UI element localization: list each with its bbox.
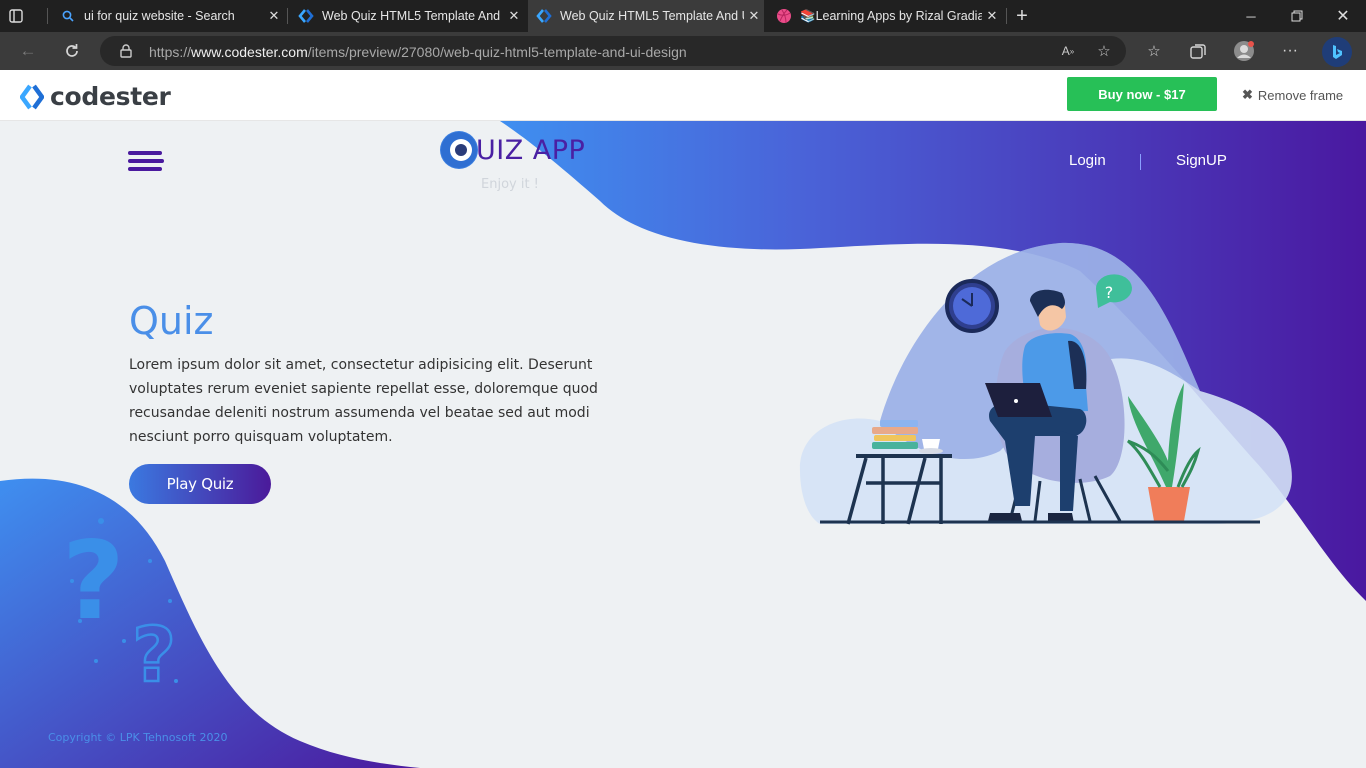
tab-title: 📚Learning Apps by Rizal Gradial <box>800 8 982 23</box>
quiz-app-logo[interactable]: UIZ APP <box>440 131 585 169</box>
play-quiz-button[interactable]: Play Quiz <box>129 464 271 504</box>
dribbble-icon <box>776 8 792 24</box>
minimize-icon: ─ <box>1246 8 1256 24</box>
url-path: /items/preview/27080/web-quiz-html5-temp… <box>307 44 687 60</box>
copyright-text: Copyright © LPK Tehnosoft 2020 <box>48 731 228 744</box>
buy-now-button[interactable]: Buy now - $17 <box>1067 77 1217 111</box>
codester-logo-icon <box>20 84 44 109</box>
restore-icon <box>1291 10 1303 22</box>
refresh-icon <box>66 44 78 57</box>
brand-text: UIZ APP <box>476 134 586 166</box>
close-tab-icon[interactable]: ✕ <box>982 8 1002 24</box>
menu-bar <box>128 167 162 171</box>
tab-actions-button[interactable] <box>8 0 38 32</box>
tab-codester-1[interactable]: Web Quiz HTML5 Template And UI ✕ <box>290 0 524 32</box>
minimize-button[interactable]: ─ <box>1228 0 1274 32</box>
menu-bar <box>128 151 162 155</box>
search-icon <box>60 8 76 24</box>
codester-icon <box>536 8 552 24</box>
codester-logo[interactable]: codester <box>20 82 171 111</box>
quiz-logo-icon <box>440 131 478 169</box>
browser-tab-strip: ui for quiz website - Search ✕ Web Quiz … <box>0 0 1366 32</box>
close-window-button[interactable]: ✕ <box>1320 0 1366 32</box>
hero-description: Lorem ipsum dolor sit amet, consectetur … <box>129 357 598 445</box>
browser-toolbar: ← https://www.codester.com/items/preview… <box>0 32 1366 70</box>
tab-title: ui for quiz website - Search <box>84 9 235 23</box>
profile-avatar[interactable] <box>1233 41 1255 61</box>
hamburger-menu-button[interactable] <box>128 151 164 173</box>
login-link[interactable]: Login <box>1069 152 1106 169</box>
bing-chat-icon[interactable] <box>1322 37 1352 67</box>
svg-text:?: ? <box>1105 283 1114 302</box>
tab-search[interactable]: ui for quiz website - Search ✕ <box>52 0 284 32</box>
new-tab-button[interactable]: + <box>1010 0 1034 32</box>
url-host: www.codester.com <box>191 44 308 60</box>
menu-bar <box>128 159 164 163</box>
restore-button[interactable] <box>1274 0 1320 32</box>
refresh-button[interactable] <box>54 32 90 70</box>
codester-icon <box>298 8 314 24</box>
nav-divider <box>1140 154 1141 170</box>
tab-codester-2-active[interactable]: Web Quiz HTML5 Template And UI ✕ <box>528 0 764 32</box>
tab-actions-icon <box>9 9 23 23</box>
plus-icon: + <box>1016 4 1028 27</box>
collections-icon[interactable] <box>1187 41 1209 61</box>
close-tab-icon[interactable]: ✕ <box>504 8 524 24</box>
brand-tagline: Enjoy it ! <box>481 177 539 192</box>
tab-title: Web Quiz HTML5 Template And UI <box>560 9 744 23</box>
arrow-left-icon: ← <box>19 41 37 60</box>
close-icon: ✕ <box>1336 8 1350 25</box>
svg-text:?: ? <box>132 610 176 699</box>
read-aloud-icon[interactable]: A» <box>1058 41 1078 61</box>
close-tab-icon[interactable]: ✕ <box>264 8 284 24</box>
lock-icon[interactable] <box>116 41 136 61</box>
url-scheme: https:// <box>149 44 192 60</box>
url-text[interactable]: https://www.codester.com/items/preview/2… <box>149 44 687 60</box>
favorites-icon[interactable]: ☆ <box>1143 41 1165 61</box>
address-bar[interactable]: https://www.codester.com/items/preview/2… <box>100 36 1126 66</box>
close-icon: ✖ <box>1242 87 1253 102</box>
codester-preview-bar: codester Buy now - $17 ✖ Remove frame <box>0 70 1366 121</box>
more-options-icon[interactable]: ··· <box>1279 41 1301 61</box>
quiz-hero: ? ? ? UIZ APP Enjoy it ! Login SignUP Qu… <box>0 121 1366 768</box>
back-button[interactable]: ← <box>10 32 46 70</box>
signup-link[interactable]: SignUP <box>1176 152 1227 169</box>
codester-logo-text: codester <box>50 82 171 111</box>
tab-title: Web Quiz HTML5 Template And UI <box>322 9 504 23</box>
hero-title: Quiz <box>129 299 214 343</box>
add-favorite-icon[interactable]: ☆ <box>1094 41 1114 61</box>
remove-frame-label: Remove frame <box>1257 87 1344 103</box>
tab-dribbble[interactable]: 📚Learning Apps by Rizal Gradial ✕ <box>768 0 1002 32</box>
remove-frame-link[interactable]: ✖ Remove frame <box>1242 87 1343 103</box>
close-tab-icon[interactable]: ✕ <box>744 8 764 24</box>
